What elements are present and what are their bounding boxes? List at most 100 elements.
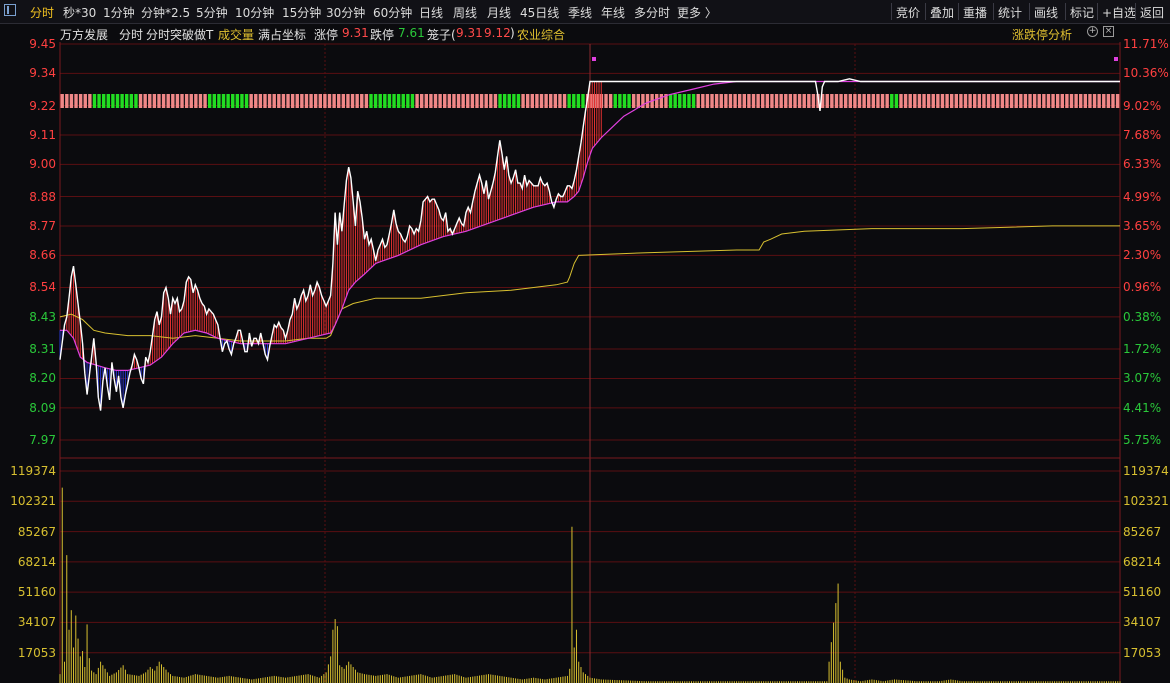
price-tick-label: 9.45 (29, 37, 56, 51)
limit-status-bar (668, 94, 673, 108)
limit-status-bar (447, 94, 452, 108)
limit-status-bar (802, 94, 806, 108)
limit-status-bar (996, 94, 1000, 108)
limit-status-bar (553, 94, 558, 108)
limit-status-bar (885, 94, 889, 108)
limit-status-bar (350, 94, 355, 108)
volume-tick-label: 102321 (10, 494, 56, 509)
limit-status-bar (691, 94, 696, 108)
limit-status-bar (903, 94, 908, 108)
limit-status-bar (277, 94, 281, 108)
limit-status-bar (240, 94, 244, 108)
limit-status-bar (567, 94, 571, 108)
limit-status-bar (148, 94, 152, 108)
limit-status-bar (1088, 94, 1092, 108)
limit-status-bar (433, 94, 438, 108)
limit-status-bar (1065, 94, 1069, 108)
limit-status-bar (954, 94, 958, 108)
limit-status-bar (254, 94, 258, 108)
limit-status-bar (931, 94, 935, 108)
limit-status-bar (452, 94, 456, 108)
limit-status-bar (475, 94, 479, 108)
percent-tick-label: 3.07% (1123, 371, 1162, 386)
limit-status-bar (899, 94, 903, 108)
limit-status-bar (751, 94, 756, 108)
limit-status-bar (784, 94, 788, 108)
limit-status-bar (797, 94, 802, 108)
limit-status-bar (69, 94, 74, 108)
intraday-chart (59, 42, 1121, 683)
limit-status-bar (97, 94, 101, 108)
limit-status-bar (843, 94, 848, 108)
percent-tick-label: 7.68% (1123, 127, 1162, 142)
limit-status-bar (512, 94, 516, 108)
limit-status-bar (419, 94, 424, 108)
limit-status-bar (115, 94, 120, 108)
limit-status-bar (470, 94, 475, 108)
limit-status-bar (608, 94, 613, 108)
percent-tick-label: 5.75% (1123, 433, 1162, 447)
volume-tick-label: 17053 (17, 645, 56, 660)
limit-status-bar (1115, 94, 1120, 108)
limit-status-bar (581, 94, 585, 108)
volume-tick-label: 34107 (1123, 615, 1162, 630)
limit-status-bar (857, 94, 862, 108)
limit-status-bar (1009, 94, 1014, 108)
limit-status-bar (267, 94, 272, 108)
limit-status-bar (295, 94, 299, 108)
price-tick-label: 9.00 (29, 157, 56, 172)
limit-status-bar (304, 94, 309, 108)
limit-status-bar (489, 94, 493, 108)
volume-tick-label: 119374 (1123, 464, 1169, 478)
percent-tick-label: 3.65% (1123, 218, 1162, 233)
limit-status-bar (166, 94, 170, 108)
limit-status-bar (742, 94, 746, 108)
limit-status-bar (645, 94, 650, 108)
limit-status-bar (871, 94, 876, 108)
limit-status-bar (456, 94, 461, 108)
price-tick-label: 8.88 (29, 189, 56, 204)
limit-status-bar (774, 94, 779, 108)
limit-status-bar (848, 94, 852, 108)
limit-status-bar (696, 94, 700, 108)
price-tick-label: 8.77 (29, 218, 56, 233)
percent-tick-label: 6.33% (1123, 157, 1162, 172)
limit-status-bar (678, 94, 682, 108)
limit-status-bar (484, 94, 488, 108)
limit-status-bar (235, 94, 240, 108)
limit-status-bar (963, 94, 968, 108)
limit-status-bar (378, 94, 382, 108)
limit-status-bar (659, 94, 664, 108)
limit-status-bar (217, 94, 221, 108)
limit-status-bar (521, 94, 525, 108)
limit-status-bar (710, 94, 714, 108)
limit-status-bar (1000, 94, 1005, 108)
volume-tick-label: 68214 (1123, 554, 1162, 569)
limit-status-bar (392, 94, 396, 108)
limit-status-bar (226, 94, 230, 108)
limit-status-bar (60, 94, 64, 108)
percent-tick-label: 2.30% (1123, 248, 1162, 263)
limit-status-bar (525, 94, 530, 108)
limit-status-bar (281, 94, 286, 108)
limit-status-bar (1106, 94, 1111, 108)
volume-tick-label: 51160 (17, 585, 56, 600)
limit-status-bar (323, 94, 327, 108)
limit-status-bar (719, 94, 723, 108)
limit-status-bar (406, 94, 410, 108)
limit-status-bar (74, 94, 78, 108)
limit-status-bar (908, 94, 912, 108)
limit-status-bar (383, 94, 387, 108)
limit-status-bar (286, 94, 290, 108)
limit-status-bar (576, 94, 581, 108)
limit-status-bar (747, 94, 751, 108)
limit-status-bar (1032, 94, 1037, 108)
percent-tick-label: 10.36% (1123, 66, 1169, 81)
limit-status-bar (429, 94, 433, 108)
limit-status-bar (968, 94, 972, 108)
percent-tick-label: 1.72% (1123, 342, 1162, 357)
limit-status-bar (327, 94, 332, 108)
price-tick-label: 9.22 (29, 98, 56, 113)
limit-status-bar (502, 94, 507, 108)
limit-status-bar (171, 94, 175, 108)
